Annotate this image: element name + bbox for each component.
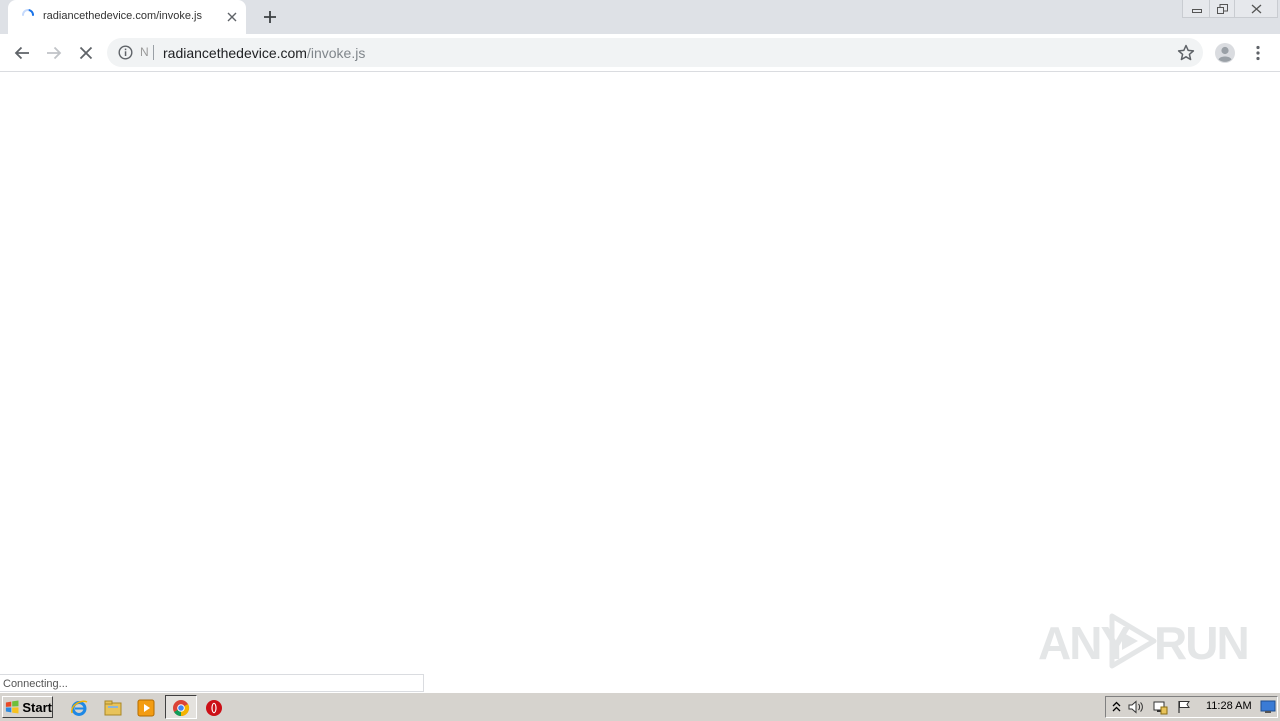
folder-icon xyxy=(104,700,122,716)
menu-button[interactable] xyxy=(1246,41,1270,65)
avatar-icon xyxy=(1215,43,1235,63)
profile-button[interactable] xyxy=(1213,41,1237,65)
page-content xyxy=(0,72,1280,692)
watermark-right-text: RUN xyxy=(1154,617,1250,669)
bookmark-star-icon[interactable] xyxy=(1176,43,1196,63)
chevron-up-icon xyxy=(1112,701,1120,712)
omnibox-separator xyxy=(153,45,154,60)
tray-action-center[interactable] xyxy=(1176,699,1192,715)
browser-toolbar: N radiancethedevice.com/invoke.js xyxy=(0,34,1280,72)
opera-icon xyxy=(206,700,222,716)
taskbar-clock[interactable]: 11:28 AM xyxy=(1206,700,1252,712)
start-label: Start xyxy=(22,699,52,715)
network-icon xyxy=(1153,701,1168,715)
tab-strip: radiancethedevice.com/invoke.js xyxy=(0,0,1280,34)
internet-explorer-icon xyxy=(71,700,88,716)
tray-expand-button[interactable] xyxy=(1108,699,1124,715)
taskbar-media-player[interactable] xyxy=(135,697,157,719)
minimize-icon xyxy=(1191,8,1202,13)
status-bubble: Connecting... xyxy=(0,674,424,692)
tab-title: radiancethedevice.com/invoke.js xyxy=(43,10,202,22)
stop-loading-button[interactable] xyxy=(74,41,98,65)
url-path: /invoke.js xyxy=(306,45,366,61)
tray-network[interactable] xyxy=(1152,699,1168,715)
show-desktop-button[interactable] xyxy=(1260,699,1276,715)
flag-icon xyxy=(1178,701,1190,713)
tray-volume[interactable] xyxy=(1128,699,1144,715)
restore-button[interactable] xyxy=(1209,0,1236,18)
close-window-button[interactable] xyxy=(1234,0,1278,18)
start-button[interactable]: Start xyxy=(2,696,53,718)
media-player-icon xyxy=(137,699,155,717)
taskbar-internet-explorer[interactable] xyxy=(68,697,90,719)
desktop-icon xyxy=(1260,700,1276,713)
back-button[interactable] xyxy=(10,41,34,65)
address-bar[interactable]: N radiancethedevice.com/invoke.js xyxy=(107,38,1203,67)
taskbar-file-explorer[interactable] xyxy=(102,697,124,719)
info-icon[interactable] xyxy=(118,45,133,60)
taskbar-opera[interactable] xyxy=(203,697,225,719)
arrow-right-icon xyxy=(47,46,62,60)
windows-logo-icon xyxy=(5,700,19,714)
url-host: radiancethedevice.com xyxy=(163,45,307,61)
forward-button[interactable] xyxy=(42,41,66,65)
security-chip-text: N xyxy=(140,45,149,59)
tab-close-button[interactable] xyxy=(224,9,240,25)
stop-icon xyxy=(79,46,93,60)
new-tab-button[interactable] xyxy=(259,6,281,28)
windows-taskbar: Start 11:28 AM xyxy=(0,692,1280,721)
plus-icon xyxy=(264,11,276,23)
arrow-left-icon xyxy=(14,46,29,60)
anyrun-watermark: ANY RUN xyxy=(1038,612,1250,670)
kebab-menu-icon xyxy=(1256,45,1260,61)
restore-icon xyxy=(1217,3,1228,14)
taskbar-chrome[interactable] xyxy=(170,697,192,719)
close-icon xyxy=(227,12,237,22)
browser-tab[interactable]: radiancethedevice.com/invoke.js xyxy=(8,0,246,34)
minimize-button[interactable] xyxy=(1182,0,1211,18)
loading-spinner-icon xyxy=(22,9,34,16)
speaker-icon xyxy=(1128,700,1143,714)
chrome-icon xyxy=(173,700,190,717)
url-text[interactable]: radiancethedevice.com/invoke.js xyxy=(163,45,365,61)
close-window-icon xyxy=(1251,4,1261,13)
system-tray: 11:28 AM xyxy=(1105,696,1278,718)
play-logo-icon xyxy=(1109,613,1157,669)
